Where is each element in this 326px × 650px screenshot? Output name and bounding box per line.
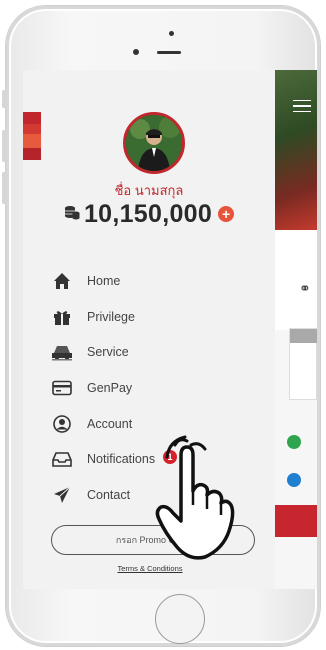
- gift-icon: [51, 307, 73, 327]
- menu-item-genpay[interactable]: GenPay: [51, 370, 251, 406]
- points-row: 10,150,000 +: [23, 198, 275, 230]
- coin-stack-icon: [64, 204, 80, 224]
- inbox-icon: [51, 449, 73, 469]
- accent-strip: [23, 112, 41, 124]
- avatar[interactable]: [123, 112, 185, 174]
- menu-item-home[interactable]: Home: [51, 263, 251, 299]
- menu-item-privilege[interactable]: Privilege: [51, 299, 251, 335]
- volume-down-button: [2, 172, 7, 204]
- mute-switch: [2, 90, 7, 108]
- add-points-button[interactable]: +: [218, 206, 235, 222]
- background-red-bar: [275, 505, 317, 537]
- hamburger-icon[interactable]: [293, 100, 311, 112]
- camera-icon: [169, 31, 174, 36]
- card-icon: [51, 378, 73, 398]
- user-circle-icon: [51, 414, 73, 434]
- sensor-icon: [133, 49, 139, 55]
- points-balance: 10,150,000: [83, 199, 213, 228]
- screen: ⚭ ชื่อ นามสกุล 10,150,000 + Home Privile…: [23, 70, 317, 589]
- background-card: [289, 328, 317, 400]
- speaker-icon: [157, 51, 181, 54]
- home-icon: [51, 271, 73, 291]
- menu-item-service[interactable]: Service: [51, 334, 251, 370]
- profile-photo-icon: [126, 115, 182, 171]
- blue-status-icon: [287, 473, 301, 487]
- volume-up-button: [2, 130, 7, 162]
- green-status-icon: [287, 435, 301, 449]
- home-hardware-button[interactable]: [155, 594, 205, 644]
- background-header-image: [275, 70, 317, 230]
- coin-stack-icon: ⚭: [299, 280, 311, 296]
- paper-plane-icon: [51, 485, 73, 505]
- background-app[interactable]: ⚭: [275, 70, 317, 589]
- pointing-hand-icon: [155, 435, 235, 560]
- terms-link[interactable]: Terms & Conditions: [23, 564, 277, 573]
- service-icon: [51, 342, 73, 362]
